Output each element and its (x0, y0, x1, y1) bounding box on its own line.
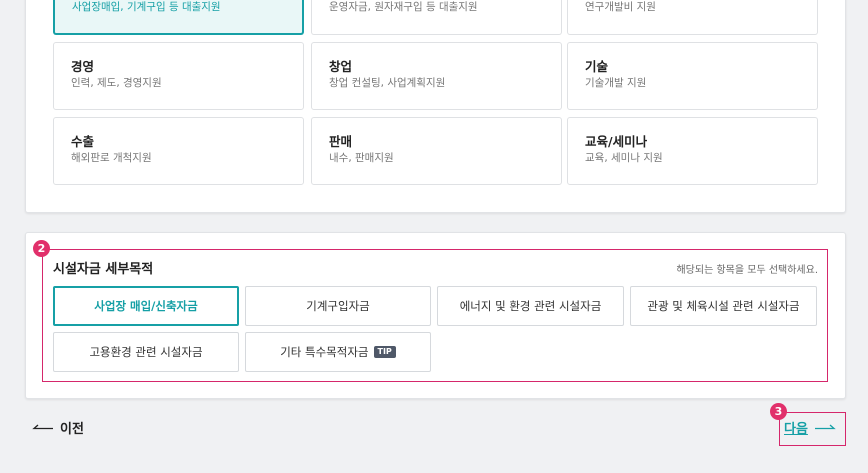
category-desc: 창업 컨설팅, 사업계획지원 (329, 77, 446, 89)
tip-badge[interactable]: TIP (373, 346, 396, 358)
category-title: 교육/세미나 (585, 134, 648, 149)
option-employment-environment[interactable]: 고용환경 관련 시설자금 (53, 332, 239, 372)
category-desc: 기술개발 지원 (585, 77, 647, 89)
next-button[interactable]: 다음 (784, 418, 836, 437)
category-title: 창업 (329, 59, 353, 74)
category-title: 경영 (71, 59, 95, 74)
option-label: 관광 및 체육시설 관련 시설자금 (647, 299, 800, 313)
arrow-left-icon (32, 424, 53, 429)
section-title: 시설자금 세부목적 (53, 262, 154, 277)
next-label: 다음 (784, 422, 808, 437)
option-energy-environment[interactable]: 에너지 및 환경 관련 시설자금 (437, 286, 624, 326)
funding-category-panel: 사업장매입, 기계구입 등 대출지원 운영자금, 원자재구입 등 대출지원 연구… (25, 0, 846, 213)
category-card-education[interactable]: 교육/세미나 교육, 세미나 지원 (567, 117, 818, 185)
option-label: 고용환경 관련 시설자금 (89, 345, 203, 359)
category-card-export[interactable]: 수출 해외판로 개척지원 (53, 117, 304, 185)
prev-button[interactable]: 이전 (32, 418, 84, 437)
category-desc: 해외판로 개척지원 (71, 152, 152, 164)
category-title: 수출 (71, 134, 95, 149)
category-card-management[interactable]: 경영 인력, 제도, 경영지원 (53, 42, 304, 110)
option-label: 기계구입자금 (306, 299, 370, 313)
category-card-startup[interactable]: 창업 창업 컨설팅, 사업계획지원 (311, 42, 562, 110)
category-desc: 내수, 판매지원 (329, 152, 394, 164)
category-desc: 운영자금, 원자재구입 등 대출지원 (329, 1, 478, 13)
category-card-sales[interactable]: 판매 내수, 판매지원 (311, 117, 562, 185)
option-machinery[interactable]: 기계구입자금 (245, 286, 431, 326)
category-desc: 연구개발비 지원 (585, 1, 656, 13)
category-desc: 사업장매입, 기계구입 등 대출지원 (72, 1, 221, 13)
category-card-technology[interactable]: 기술 기술개발 지원 (567, 42, 818, 110)
step-badge: 2 (33, 240, 50, 257)
category-card-operating[interactable]: 운영자금, 원자재구입 등 대출지원 (311, 0, 562, 35)
option-building-purchase[interactable]: 사업장 매입/신축자금 (53, 286, 239, 326)
category-desc: 인력, 제도, 경영지원 (71, 77, 162, 89)
category-desc: 교육, 세미나 지원 (585, 152, 663, 164)
section-hint: 해당되는 항목을 모두 선택하세요. (676, 265, 818, 276)
prev-label: 이전 (60, 422, 84, 437)
option-special-purpose[interactable]: 기타 특수목적자금 TIP (245, 332, 431, 372)
arrow-right-icon (814, 424, 836, 429)
category-card-rnd[interactable]: 연구개발비 지원 (567, 0, 818, 35)
category-title: 기술 (585, 59, 609, 74)
option-tourism-sports[interactable]: 관광 및 체육시설 관련 시설자금 (630, 286, 817, 326)
category-title: 판매 (329, 134, 353, 149)
option-label: 사업장 매입/신축자금 (94, 299, 198, 313)
option-label: 기타 특수목적자금 (280, 345, 369, 359)
category-card-facility[interactable]: 사업장매입, 기계구입 등 대출지원 (53, 0, 304, 35)
option-label: 에너지 및 환경 관련 시설자금 (459, 299, 602, 313)
